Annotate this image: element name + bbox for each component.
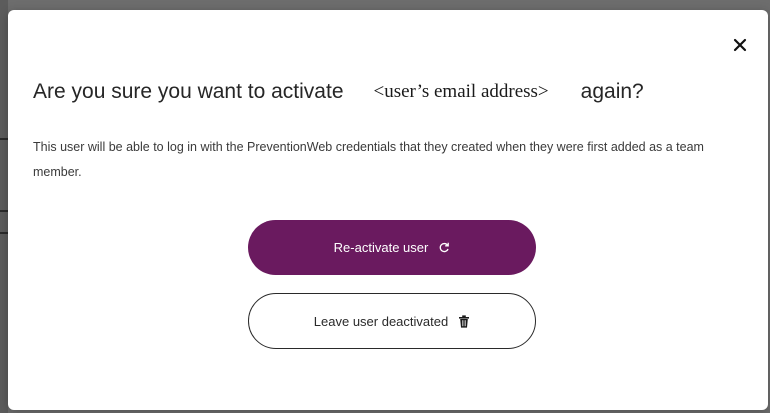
confirm-dialog: Are you sure you want to activate <user’… — [8, 10, 768, 410]
edge-tick — [0, 232, 8, 234]
email-placeholder: <user’s email address> — [373, 81, 549, 102]
left-page-edge — [0, 0, 8, 413]
close-icon — [733, 38, 747, 52]
reactivate-label: Re-activate user — [333, 240, 429, 255]
edge-tick — [0, 210, 8, 212]
leave-label: Leave user deactivated — [313, 313, 449, 329]
title-suffix: again? — [580, 80, 644, 103]
title-prefix: Are you sure you want to activate — [33, 80, 344, 103]
trash-icon — [458, 314, 470, 328]
leave-deactivated-button[interactable]: Leave user deactivated — [248, 293, 536, 349]
dialog-title: Are you sure you want to activate <user’… — [33, 76, 753, 108]
refresh-icon — [438, 242, 450, 254]
reactivate-user-button[interactable]: Re-activate user — [248, 220, 536, 275]
close-button[interactable] — [728, 33, 752, 57]
edge-tick — [0, 138, 8, 140]
dialog-description: This user will be able to log in with th… — [33, 140, 704, 179]
